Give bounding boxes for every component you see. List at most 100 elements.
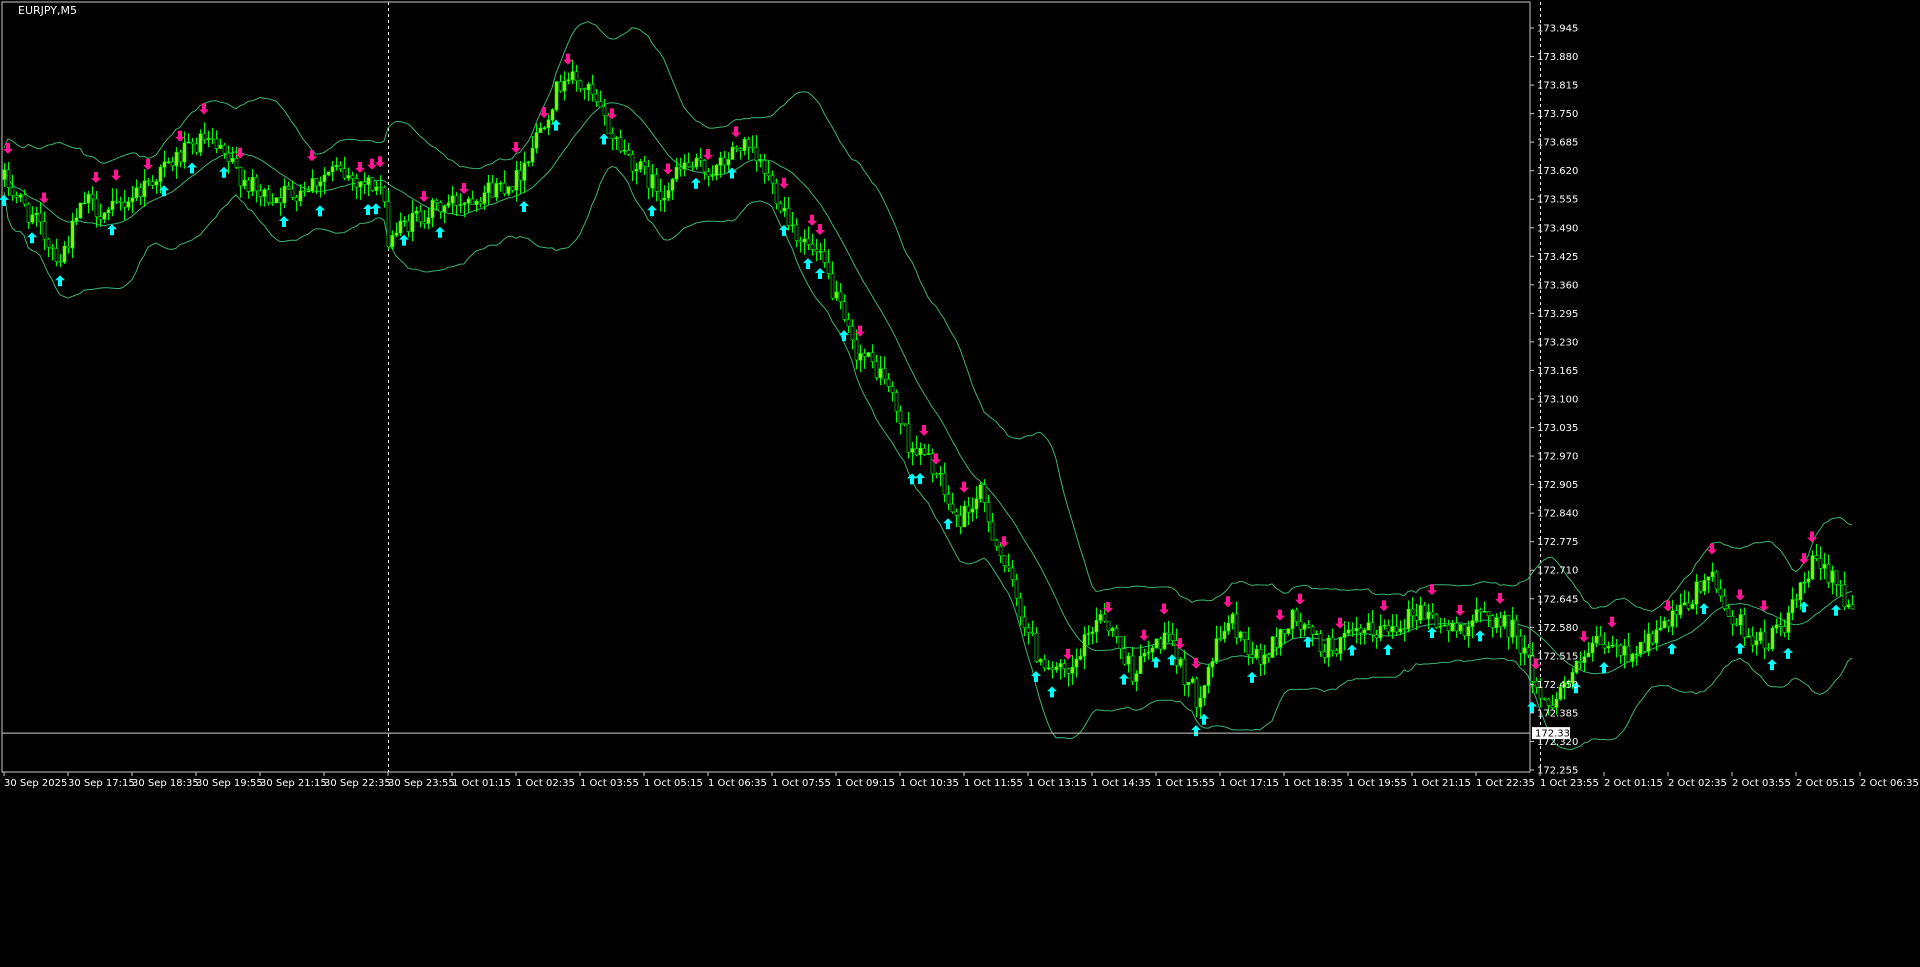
- candle-body: [1458, 624, 1463, 632]
- candle: [510, 186, 515, 193]
- candle-body: [510, 186, 515, 191]
- candle-body: [770, 175, 775, 184]
- candle: [1434, 613, 1439, 629]
- candle: [122, 189, 127, 221]
- candle-body: [1490, 615, 1495, 628]
- candle-body: [926, 453, 931, 455]
- candle: [6, 161, 11, 196]
- candle-body: [1654, 629, 1659, 644]
- candle: [454, 192, 459, 216]
- candle-body: [1094, 620, 1099, 633]
- candle: [878, 355, 883, 386]
- candle: [526, 160, 531, 167]
- candle: [350, 171, 355, 191]
- candle-body: [446, 202, 451, 207]
- candle-body: [1194, 678, 1199, 708]
- cyan-up-arrow-icon: [1475, 630, 1485, 642]
- candle: [198, 129, 203, 156]
- candle: [154, 179, 159, 194]
- candle-body: [602, 106, 607, 116]
- candle-body: [1382, 624, 1387, 627]
- candle-body: [386, 201, 391, 248]
- candle: [1514, 614, 1519, 650]
- price-chart-svg[interactable]: 173.945 173.880 173.815 173.750 173.685 173.6…: [0, 0, 1920, 967]
- candle-body: [1502, 615, 1507, 627]
- candle-body: [1110, 628, 1115, 632]
- candle: [642, 155, 647, 175]
- magenta-down-arrow-icon: [1295, 593, 1305, 605]
- candle-body: [1290, 609, 1295, 629]
- candle: [402, 216, 407, 227]
- candle: [66, 235, 71, 254]
- chart-window[interactable]: 173.945 173.880 173.815 173.750 173.685 173.6…: [0, 0, 1920, 967]
- y-tick-label: 173.685: [1537, 138, 1578, 149]
- candle: [614, 136, 619, 150]
- candle-body: [638, 161, 643, 170]
- candle: [762, 153, 767, 184]
- candle-body: [794, 224, 799, 241]
- candle: [682, 154, 687, 177]
- candle: [50, 243, 55, 261]
- candle-body: [70, 220, 75, 249]
- candle: [1002, 555, 1007, 573]
- candle: [1814, 543, 1819, 562]
- candle-body: [502, 182, 507, 194]
- candle-body: [1850, 604, 1855, 610]
- candle-body: [1650, 633, 1655, 644]
- candle-body: [66, 245, 71, 249]
- candle: [742, 136, 747, 156]
- candle-body: [1398, 628, 1403, 633]
- candle: [842, 294, 847, 323]
- candle-body: [1834, 570, 1839, 585]
- magenta-down-arrow-icon: [815, 223, 825, 235]
- candle: [954, 508, 959, 528]
- candle: [854, 329, 859, 370]
- candle-body: [1210, 661, 1215, 668]
- candle: [1486, 611, 1491, 627]
- candle: [894, 389, 899, 423]
- candle-body: [1638, 641, 1643, 655]
- cyan-up-arrow-icon-shape: [1047, 686, 1057, 698]
- candle-body: [734, 146, 739, 149]
- candle-body: [410, 212, 415, 232]
- candle: [1714, 570, 1719, 594]
- candle-body: [226, 152, 231, 162]
- cyan-up-arrow-icon-shape: [915, 473, 925, 485]
- candle-body: [1250, 654, 1255, 658]
- candle: [1610, 635, 1615, 648]
- candle: [1774, 618, 1779, 634]
- candle-body: [178, 151, 183, 163]
- candle: [1338, 636, 1343, 661]
- candle-body: [550, 109, 555, 121]
- candle-body: [1166, 632, 1171, 635]
- candle: [1262, 644, 1267, 676]
- candle-body: [218, 144, 223, 149]
- x-tick-label: 1 Oct 02:35: [516, 778, 575, 789]
- candle-body: [1238, 631, 1243, 639]
- candle-body: [862, 353, 867, 357]
- candle-body: [710, 175, 715, 177]
- candle: [1098, 609, 1103, 624]
- candle-body: [910, 448, 915, 453]
- candle-body: [302, 190, 307, 193]
- x-tick-label: 30 Sep 19:55: [196, 778, 263, 789]
- candle: [1046, 660, 1051, 671]
- candle: [530, 135, 535, 167]
- cyan-up-arrow-icon-shape: [1383, 644, 1393, 656]
- candle: [570, 59, 575, 85]
- x-tick-label: 1 Oct 15:55: [1156, 778, 1215, 789]
- candle-body: [326, 171, 331, 176]
- candle-body: [610, 132, 615, 139]
- candle-body: [1726, 608, 1731, 617]
- candle-body: [1190, 678, 1195, 683]
- candle-body: [686, 162, 691, 168]
- candle-body: [886, 378, 891, 387]
- candle-body: [938, 472, 943, 475]
- candle-body: [222, 144, 227, 154]
- x-tick-label: 1 Oct 23:55: [1540, 778, 1599, 789]
- candle: [1734, 618, 1739, 627]
- candle: [46, 237, 51, 258]
- magenta-down-arrow-icon-shape: [731, 126, 741, 138]
- candle-body: [1722, 595, 1727, 609]
- candle-body: [618, 137, 623, 152]
